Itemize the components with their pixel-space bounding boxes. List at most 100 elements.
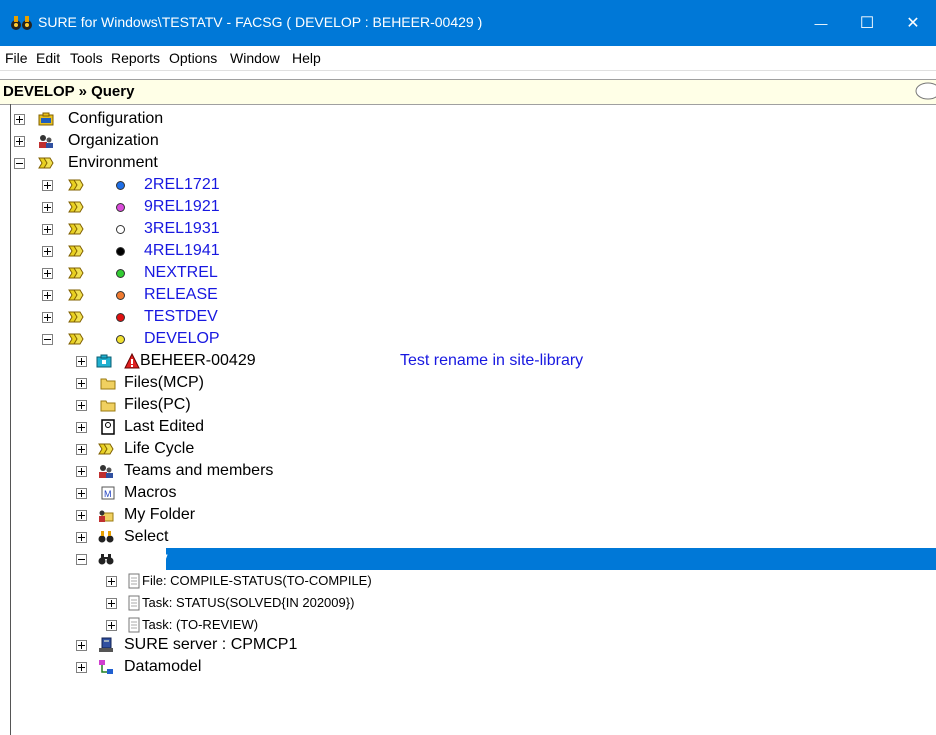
tree-label: Select bbox=[124, 528, 169, 545]
folder-icon bbox=[100, 378, 116, 390]
menu-options[interactable]: Options bbox=[169, 50, 217, 66]
tree-node-env-nextrel[interactable]: NEXTREL bbox=[0, 262, 936, 284]
tree-label: Organization bbox=[68, 132, 159, 149]
binoculars-app-icon bbox=[11, 16, 32, 30]
environment-icon bbox=[68, 289, 84, 301]
tree-node-datamodel[interactable]: Datamodel bbox=[0, 656, 936, 678]
menu-help[interactable]: Help bbox=[292, 50, 321, 66]
expand-toggle[interactable] bbox=[106, 598, 117, 609]
tree-label: Query bbox=[124, 550, 168, 567]
expand-toggle[interactable] bbox=[76, 444, 87, 455]
tree-node-env-4rel1941[interactable]: 4REL1941 bbox=[0, 240, 936, 262]
title-bar: SURE for Windows\TESTATV - FACSG ( DEVEL… bbox=[0, 0, 936, 46]
tree-node-select[interactable]: Select bbox=[0, 526, 936, 548]
expand-toggle[interactable] bbox=[14, 136, 25, 147]
tree-label: Files(PC) bbox=[124, 396, 191, 413]
expand-toggle[interactable] bbox=[42, 202, 53, 213]
tree-label: 3REL1931 bbox=[144, 220, 220, 237]
tree-label: RELEASE bbox=[144, 286, 218, 303]
expand-toggle[interactable] bbox=[76, 466, 87, 477]
tree-node-my-folder[interactable]: My Folder bbox=[0, 504, 936, 526]
menu-reports[interactable]: Reports bbox=[111, 50, 160, 66]
tree-label: My Folder bbox=[124, 506, 196, 523]
expand-toggle[interactable] bbox=[76, 378, 87, 389]
expand-toggle[interactable] bbox=[76, 422, 87, 433]
tree-node-query-item[interactable]: File: COMPILE-STATUS(TO-COMPILE) bbox=[0, 570, 936, 592]
expand-toggle[interactable] bbox=[42, 290, 53, 301]
tree-label: File: COMPILE-STATUS(TO-COMPILE) bbox=[142, 573, 372, 588]
maximize-button[interactable]: ☐ bbox=[844, 0, 890, 46]
tree-node-env-3rel1931[interactable]: 3REL1931 bbox=[0, 218, 936, 240]
tree-label: Datamodel bbox=[124, 658, 202, 675]
tree-node-macros[interactable]: M Macros bbox=[0, 482, 936, 504]
tree-node-teams-and-members[interactable]: Teams and members bbox=[0, 460, 936, 482]
status-dot-icon bbox=[116, 335, 125, 344]
menu-tools[interactable]: Tools bbox=[70, 50, 103, 66]
expand-toggle[interactable] bbox=[42, 224, 53, 235]
document-icon bbox=[128, 573, 140, 589]
tree-node-env-develop[interactable]: DEVELOP bbox=[0, 328, 936, 350]
environment-icon bbox=[68, 245, 84, 257]
expand-toggle[interactable] bbox=[14, 114, 25, 125]
status-dot-icon bbox=[116, 225, 125, 234]
collapse-toggle[interactable] bbox=[42, 334, 53, 345]
close-button[interactable]: ✕ bbox=[890, 0, 936, 46]
minimize-button[interactable]: — bbox=[798, 0, 844, 46]
expand-toggle[interactable] bbox=[106, 576, 117, 587]
environment-icon bbox=[68, 201, 84, 213]
menu-file[interactable]: File bbox=[5, 50, 28, 66]
tree-label: Last Edited bbox=[124, 418, 205, 435]
collapse-toggle[interactable] bbox=[76, 554, 87, 565]
warning-icon bbox=[124, 353, 140, 369]
status-dot-icon bbox=[116, 269, 125, 278]
tree-node-env-2rel1721[interactable]: 2REL1721 bbox=[0, 174, 936, 196]
tree-node-query-item[interactable]: Task: (TO-REVIEW) bbox=[0, 614, 936, 636]
tree-label: 4REL1941 bbox=[144, 242, 220, 259]
environment-icon bbox=[68, 333, 84, 345]
tree-node-files-mcp[interactable]: Files(MCP) bbox=[0, 372, 936, 394]
personal-folder-icon bbox=[99, 510, 114, 522]
expand-toggle[interactable] bbox=[76, 488, 87, 499]
tree-node-configuration[interactable]: Configuration bbox=[0, 108, 936, 130]
configuration-icon bbox=[38, 112, 54, 126]
tree-label: Configuration bbox=[68, 110, 164, 127]
binoculars-icon bbox=[98, 554, 114, 565]
expand-toggle[interactable] bbox=[106, 620, 117, 631]
speech-bubble-icon[interactable] bbox=[913, 81, 936, 103]
folder-icon bbox=[100, 400, 116, 412]
menu-edit[interactable]: Edit bbox=[36, 50, 60, 66]
status-dot-icon bbox=[116, 203, 125, 212]
tree-node-environment[interactable]: Environment bbox=[0, 152, 936, 174]
expand-toggle[interactable] bbox=[76, 510, 87, 521]
collapse-toggle[interactable] bbox=[14, 158, 25, 169]
tree-label: 9REL1921 bbox=[144, 198, 220, 215]
expand-toggle[interactable] bbox=[76, 400, 87, 411]
menu-window[interactable]: Window bbox=[230, 50, 280, 66]
expand-toggle[interactable] bbox=[76, 640, 87, 651]
expand-toggle[interactable] bbox=[76, 662, 87, 673]
tree-node-query-item[interactable]: Task: STATUS(SOLVED{IN 202009}) bbox=[0, 592, 936, 614]
tree-node-organization[interactable]: Organization bbox=[0, 130, 936, 152]
expand-toggle[interactable] bbox=[42, 246, 53, 257]
tree-node-files-pc[interactable]: Files(PC) bbox=[0, 394, 936, 416]
tree-label: Life Cycle bbox=[124, 440, 195, 457]
expand-toggle[interactable] bbox=[76, 532, 87, 543]
tree-node-life-cycle[interactable]: Life Cycle bbox=[0, 438, 936, 460]
tree-node-env-release[interactable]: RELEASE bbox=[0, 284, 936, 306]
tree-node-beheer-00429[interactable]: BEHEER-00429 Test rename in site-library bbox=[0, 350, 936, 372]
tree-node-last-edited[interactable]: Last Edited bbox=[0, 416, 936, 438]
datamodel-icon bbox=[99, 660, 113, 674]
expand-toggle[interactable] bbox=[76, 356, 87, 367]
expand-toggle[interactable] bbox=[42, 180, 53, 191]
tree-node-query[interactable]: Query bbox=[0, 548, 936, 570]
tree-node-sure-server[interactable]: SURE server : CPMCP1 bbox=[0, 634, 936, 656]
expand-toggle[interactable] bbox=[42, 268, 53, 279]
macro-icon: M bbox=[101, 486, 115, 500]
breadcrumb: DEVELOP » Query bbox=[3, 83, 135, 100]
task-folder-icon bbox=[96, 354, 112, 368]
menu-bar: File Edit Tools Reports Options Window H… bbox=[0, 46, 936, 71]
expand-toggle[interactable] bbox=[42, 312, 53, 323]
tree-node-env-testdev[interactable]: TESTDEV bbox=[0, 306, 936, 328]
status-dot-icon bbox=[116, 181, 125, 190]
tree-node-env-9rel1921[interactable]: 9REL1921 bbox=[0, 196, 936, 218]
